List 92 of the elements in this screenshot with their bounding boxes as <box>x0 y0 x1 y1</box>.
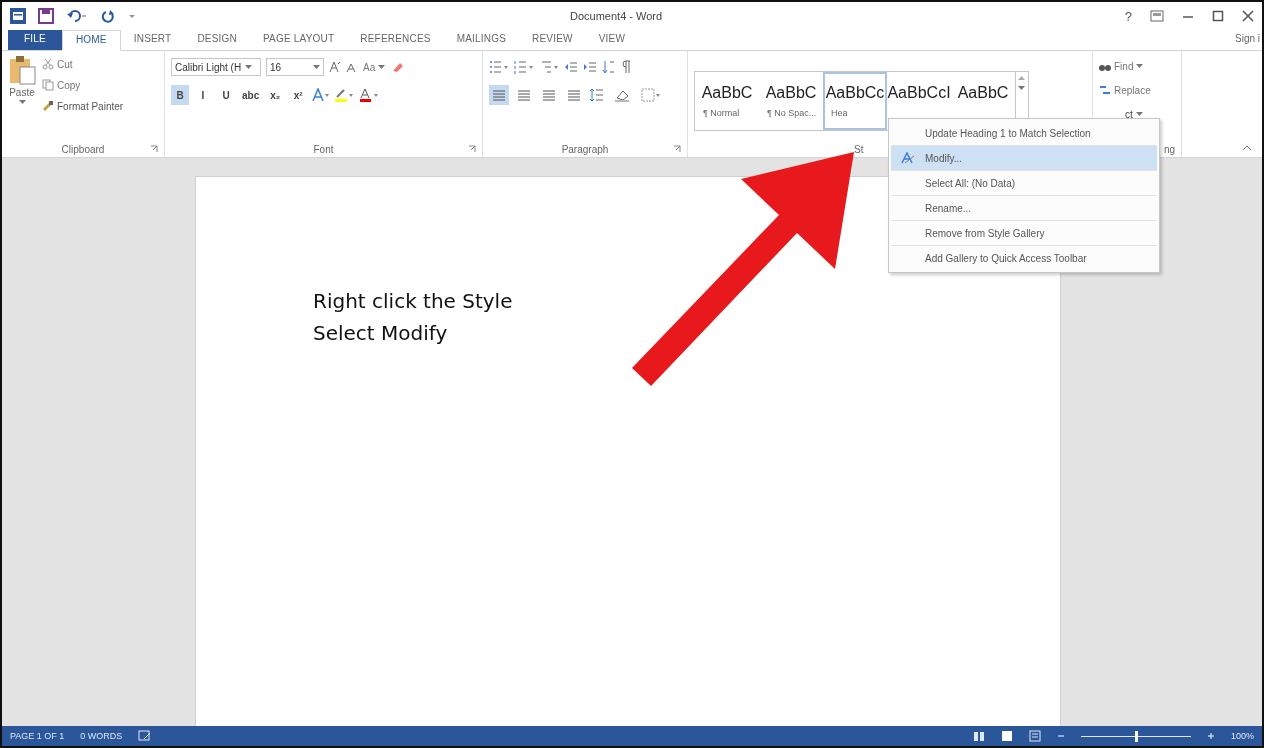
copy-button[interactable]: Copy <box>42 76 124 94</box>
sign-in-link[interactable]: Sign i <box>1233 30 1262 50</box>
ribbon-tab[interactable]: VIEW <box>585 30 639 50</box>
decrease-indent-icon[interactable] <box>564 60 578 74</box>
web-layout-icon[interactable] <box>1028 730 1041 742</box>
style-item[interactable]: AaBbC ¶ No Spac... <box>759 72 823 130</box>
style-item[interactable]: AaBbC ¶ Normal <box>695 72 759 130</box>
align-icon <box>567 89 581 101</box>
document-text: Select Modify <box>313 321 449 345</box>
undo-icon[interactable] <box>66 8 88 24</box>
window-title: Document4 - Word <box>570 10 663 22</box>
change-case-button[interactable]: Aa <box>363 58 386 76</box>
print-layout-icon[interactable] <box>1000 730 1013 742</box>
format-button[interactable]: x² <box>289 85 308 105</box>
increase-indent-icon[interactable] <box>583 60 597 74</box>
replace-icon <box>1099 84 1111 96</box>
format-button[interactable]: U <box>217 85 235 105</box>
ribbon-tab[interactable]: MAILINGS <box>443 30 520 50</box>
menu-item[interactable]: Remove from Style Gallery <box>891 221 1157 246</box>
menu-item[interactable]: Rename... <box>891 196 1157 221</box>
scroll-up-icon[interactable] <box>1018 75 1025 80</box>
maximize-icon[interactable] <box>1212 10 1224 22</box>
replace-button[interactable]: Replace <box>1099 81 1151 99</box>
scissors-icon <box>42 58 54 70</box>
help-button[interactable]: ? <box>1124 8 1132 24</box>
pilcrow-icon[interactable] <box>621 60 631 74</box>
format-button[interactable]: abc <box>240 85 262 105</box>
font-color-icon[interactable] <box>360 88 381 102</box>
format-painter-button[interactable]: Format Painter <box>42 97 124 115</box>
dialog-launcher-icon[interactable] <box>468 145 476 153</box>
clipboard-icon <box>8 55 36 85</box>
zoom-in-icon[interactable] <box>1206 732 1215 740</box>
shrink-font-icon[interactable] <box>346 61 358 73</box>
ribbon-tab[interactable]: INSERT <box>120 30 185 50</box>
scroll-down-icon[interactable] <box>1018 86 1025 91</box>
dropdown-icon[interactable] <box>1136 63 1144 69</box>
dialog-launcher-icon[interactable] <box>150 145 158 153</box>
group-label: Font <box>313 143 334 155</box>
sort-icon[interactable] <box>602 60 616 74</box>
paste-button[interactable]: Paste <box>8 55 36 141</box>
read-mode-icon[interactable] <box>972 730 985 742</box>
align-icon <box>492 89 506 101</box>
dropdown-icon[interactable] <box>128 12 136 20</box>
zoom-level[interactable]: 100% <box>1230 731 1254 741</box>
zoom-out-icon[interactable] <box>1056 732 1065 740</box>
dropdown-icon[interactable] <box>313 64 320 70</box>
cut-button[interactable]: Cut <box>42 55 124 73</box>
highlight-icon[interactable] <box>335 88 356 102</box>
group-label: Clipboard <box>61 143 105 155</box>
format-button[interactable]: B <box>171 85 189 105</box>
multilevel-list-icon[interactable] <box>539 60 559 74</box>
find-button[interactable]: Find <box>1099 57 1151 75</box>
text-effects-icon[interactable] <box>312 88 331 102</box>
document-text: Right click the Style <box>313 289 514 313</box>
word-logo-icon[interactable] <box>10 8 26 24</box>
save-icon[interactable] <box>38 8 54 24</box>
font-size-field[interactable]: 16 <box>266 58 324 76</box>
ribbon-tab[interactable]: REVIEW <box>519 30 586 50</box>
group-label: ng <box>1163 143 1175 155</box>
align-icon <box>542 89 556 101</box>
font-name-field[interactable]: Calibri Light (H <box>171 58 261 76</box>
format-button[interactable]: x₂ <box>266 85 285 105</box>
select-button[interactable]: ct <box>1099 105 1151 123</box>
copy-icon <box>42 79 54 91</box>
ribbon-tab[interactable]: FILE <box>8 30 62 50</box>
menu-item[interactable]: Modify... <box>891 146 1157 171</box>
ribbon-display-icon[interactable] <box>1150 10 1164 22</box>
align-icon <box>517 89 531 101</box>
page-count[interactable]: PAGE 1 OF 1 <box>10 731 65 741</box>
ribbon-tab[interactable]: DESIGN <box>184 30 250 50</box>
redo-icon[interactable] <box>100 8 116 24</box>
ribbon-tab[interactable]: HOME <box>61 30 121 51</box>
modify-style-icon <box>901 152 915 164</box>
group-label: St <box>854 143 864 155</box>
close-icon[interactable] <box>1242 10 1254 22</box>
group-label: Paragraph <box>561 143 609 155</box>
format-button[interactable]: I <box>194 85 212 105</box>
clear-formatting-icon[interactable] <box>390 60 405 74</box>
dialog-launcher-icon[interactable] <box>673 145 681 153</box>
dropdown-icon[interactable] <box>378 64 386 70</box>
paintbrush-icon <box>42 100 54 112</box>
style-item[interactable]: AaBbCc Hea <box>823 72 887 130</box>
ribbon-tab[interactable]: PAGE LAYOUT <box>250 30 348 50</box>
dropdown-icon[interactable] <box>18 100 26 105</box>
ribbon-tab[interactable]: REFERENCES <box>347 30 444 50</box>
proofing-icon[interactable] <box>138 730 153 742</box>
collapse-ribbon-icon[interactable] <box>1242 145 1252 151</box>
grow-font-icon[interactable] <box>329 61 341 73</box>
word-count[interactable]: 0 WORDS <box>80 731 123 741</box>
menu-item[interactable]: Select All: (No Data) <box>891 171 1157 196</box>
bullets-icon[interactable] <box>489 60 509 74</box>
dropdown-icon[interactable] <box>245 64 253 70</box>
